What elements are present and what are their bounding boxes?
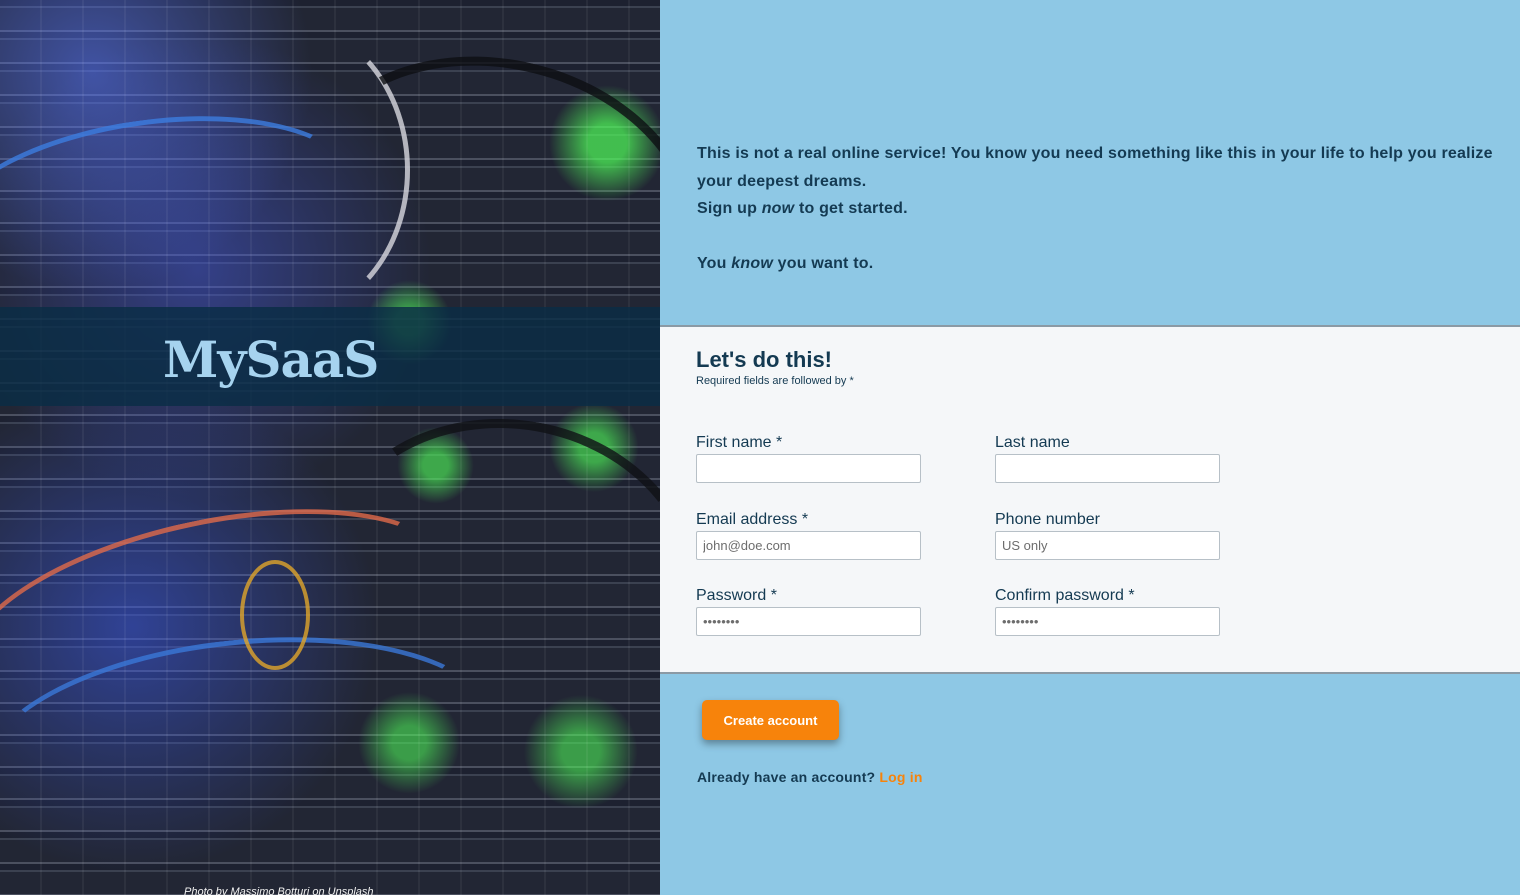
password-input[interactable] [696,607,921,636]
first-name-label: First name * [696,434,783,451]
confirm-password-label: Confirm password * [995,587,1135,604]
last-name-input[interactable] [995,454,1220,483]
phone-label: Phone number [995,511,1100,528]
first-name-input[interactable] [696,454,921,483]
password-label: Password * [696,587,777,604]
confirm-password-group: Confirm password * [995,587,1220,636]
create-account-button[interactable]: Create account [702,700,839,740]
photo-credit: Photo by Massimo Botturi on Unsplash [184,886,374,895]
email-group: Email address * [696,511,921,560]
last-name-label: Last name [995,434,1070,451]
first-name-group: First name * [696,434,921,483]
login-prompt-text: Already have an account? [697,769,876,785]
phone-group: Phone number [995,511,1220,560]
form-subtitle: Required fields are followed by * [696,375,854,387]
login-link[interactable]: Log in [879,769,922,785]
password-group: Password * [696,587,921,636]
confirm-password-input[interactable] [995,607,1220,636]
signup-form: Let's do this! Required fields are follo… [660,325,1520,674]
intro-line: This is not a real online service! You k… [697,145,1493,190]
cable-decoration [240,560,310,670]
email-input[interactable] [696,531,921,560]
intro-line: Sign up now to get started. [697,195,1520,223]
intro-text-part: to get started. [794,200,908,217]
intro-text-part: Sign up [697,200,762,217]
form-title: Let's do this! [696,347,833,372]
brand-logo: MySaaS [163,330,379,389]
intro-line: You know you want to. [697,250,1520,278]
intro-text: This is not a real online service! You k… [697,140,1520,277]
intro-text-part: you want to. [772,254,874,272]
last-name-group: Last name [995,434,1220,483]
phone-input[interactable] [995,531,1220,560]
email-label: Email address * [696,511,809,528]
intro-emphasis: know [731,254,773,272]
intro-text-part: You [697,254,732,272]
intro-emphasis: now [761,200,795,217]
hero-photo [0,0,660,895]
login-prompt: Already have an account? Log in [697,769,923,785]
